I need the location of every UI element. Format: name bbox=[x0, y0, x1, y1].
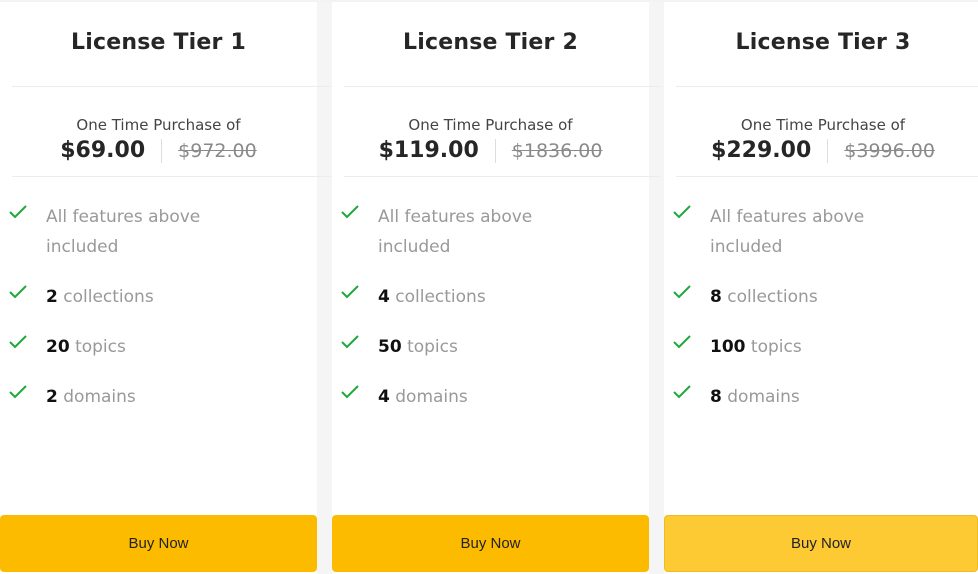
purchase-label: One Time Purchase of bbox=[408, 116, 573, 134]
original-price: $3996.00 bbox=[844, 139, 935, 162]
price-separator bbox=[494, 138, 496, 163]
original-price: $1836.00 bbox=[511, 139, 603, 162]
check-icon bbox=[341, 205, 359, 219]
feature-item: 8 collections bbox=[672, 282, 978, 312]
feature-item: 2 collections bbox=[8, 282, 317, 312]
buy-now-button[interactable]: Buy Now bbox=[332, 515, 649, 572]
tier-title: License Tier 3 bbox=[735, 30, 911, 55]
divider bbox=[344, 86, 661, 87]
feature-text: domains bbox=[395, 387, 468, 407]
divider bbox=[12, 86, 331, 87]
price-separator bbox=[827, 138, 829, 163]
feature-text: topics bbox=[75, 337, 126, 357]
price-row: $119.00 $1836.00 bbox=[332, 138, 649, 163]
check-icon bbox=[673, 385, 691, 399]
divider bbox=[344, 176, 661, 177]
divider bbox=[676, 86, 978, 87]
feature-text: All features above included bbox=[46, 207, 201, 257]
feature-text: collections bbox=[727, 287, 818, 307]
price: $69.00 bbox=[60, 138, 146, 163]
pricing-card-tier-3: License Tier 3 One Time Purchase of $229… bbox=[664, 2, 978, 574]
check-icon bbox=[673, 205, 691, 219]
feature-item: 2 domains bbox=[8, 382, 317, 412]
feature-text: domains bbox=[63, 387, 136, 407]
feature-text: topics bbox=[750, 337, 802, 357]
check-icon bbox=[9, 285, 27, 299]
buy-now-button[interactable]: Buy Now bbox=[664, 515, 978, 572]
feature-list: All features above included 4 collections… bbox=[340, 202, 649, 432]
feature-list: All features above included 8 collections… bbox=[672, 202, 978, 432]
check-icon bbox=[673, 335, 691, 349]
purchase-label: One Time Purchase of bbox=[740, 116, 906, 134]
feature-item: 50 topics bbox=[340, 332, 649, 362]
original-price: $972.00 bbox=[178, 139, 257, 162]
feature-item: 4 collections bbox=[340, 282, 649, 312]
price: $119.00 bbox=[378, 138, 479, 163]
feature-text: topics bbox=[407, 337, 458, 357]
feature-count: 4 bbox=[378, 287, 390, 307]
feature-text: collections bbox=[395, 287, 486, 307]
feature-item: 20 topics bbox=[8, 332, 317, 362]
feature-item: All features above included bbox=[672, 202, 978, 262]
feature-text: domains bbox=[727, 387, 800, 407]
check-icon bbox=[9, 335, 27, 349]
check-icon bbox=[341, 285, 359, 299]
check-icon bbox=[9, 385, 27, 399]
price-separator bbox=[161, 138, 163, 163]
price-row: $69.00 $972.00 bbox=[0, 138, 317, 163]
pricing-card-tier-2: License Tier 2 One Time Purchase of $119… bbox=[332, 2, 661, 574]
feature-item: All features above included bbox=[340, 202, 649, 262]
tier-title: License Tier 2 bbox=[403, 30, 578, 55]
feature-item: 8 domains bbox=[672, 382, 978, 412]
check-icon bbox=[9, 205, 27, 219]
feature-list: All features above included 2 collections… bbox=[8, 202, 317, 432]
feature-count: 2 bbox=[46, 387, 58, 407]
feature-text: All features above included bbox=[710, 207, 865, 257]
price: $229.00 bbox=[711, 138, 812, 163]
feature-count: 4 bbox=[378, 387, 390, 407]
pricing-card-tier-1: License Tier 1 One Time Purchase of $69.… bbox=[0, 2, 331, 574]
feature-count: 8 bbox=[710, 387, 722, 407]
feature-count: 50 bbox=[378, 337, 402, 357]
price-row: $229.00 $3996.00 bbox=[664, 138, 978, 163]
check-icon bbox=[673, 285, 691, 299]
feature-count: 100 bbox=[710, 337, 746, 357]
feature-count: 2 bbox=[46, 287, 58, 307]
buy-now-button[interactable]: Buy Now bbox=[0, 515, 317, 572]
feature-item: 100 topics bbox=[672, 332, 978, 362]
divider bbox=[12, 176, 331, 177]
check-icon bbox=[341, 335, 359, 349]
feature-item: All features above included bbox=[8, 202, 317, 262]
feature-count: 8 bbox=[710, 287, 722, 307]
tier-title: License Tier 1 bbox=[71, 30, 246, 55]
feature-text: All features above included bbox=[378, 207, 533, 257]
divider bbox=[676, 176, 978, 177]
feature-item: 4 domains bbox=[340, 382, 649, 412]
check-icon bbox=[341, 385, 359, 399]
feature-count: 20 bbox=[46, 337, 70, 357]
feature-text: collections bbox=[63, 287, 154, 307]
purchase-label: One Time Purchase of bbox=[76, 116, 241, 134]
